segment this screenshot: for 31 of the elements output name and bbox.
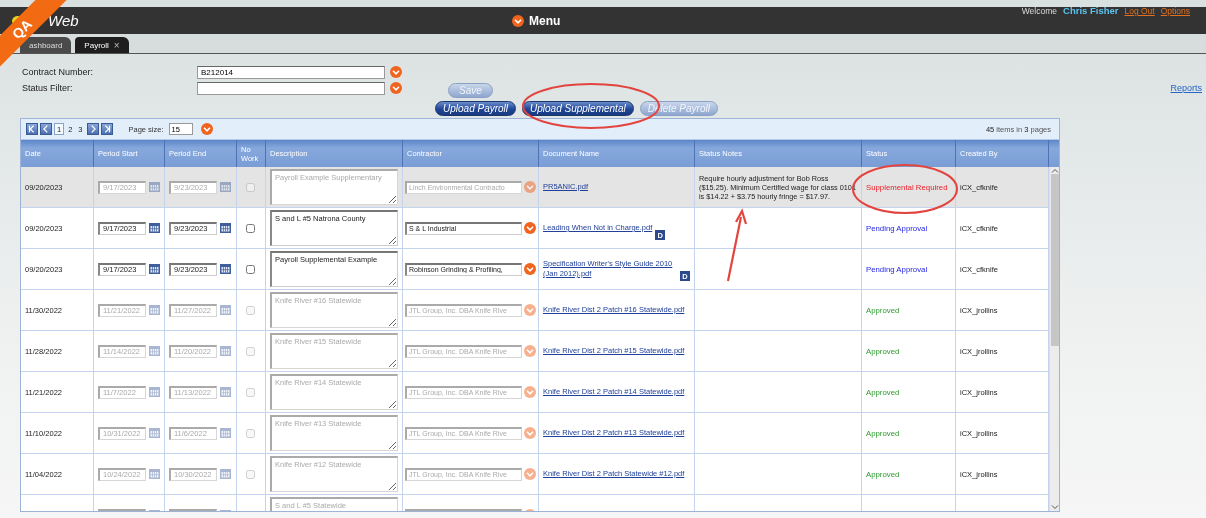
scrollbar[interactable] (1049, 167, 1059, 511)
action-button[interactable]: Upload Supplemental (522, 101, 634, 116)
calendar-icon[interactable] (220, 264, 231, 274)
reports-link[interactable]: Reports (1170, 83, 1202, 93)
calendar-icon[interactable] (149, 264, 160, 274)
no-work-checkbox[interactable] (246, 264, 255, 274)
header-link[interactable]: Options (1160, 6, 1190, 16)
app-logo-text: Web (48, 12, 79, 29)
menu-button[interactable]: Menu (512, 13, 561, 28)
welcome-text: Welcome (1021, 6, 1057, 16)
left-chevron-icon (27, 124, 37, 134)
first-page-button[interactable] (26, 123, 38, 135)
last-page-button[interactable] (100, 123, 113, 135)
field-label: Status Filter: (22, 83, 74, 93)
field-label: Contract Number: (22, 67, 95, 77)
close-icon[interactable]: × (113, 39, 120, 51)
user-name: Chris Fisher (1063, 5, 1119, 16)
tab[interactable]: Payroll × (75, 37, 129, 53)
header-link[interactable]: Log Out (1124, 6, 1155, 16)
next-page-button[interactable] (86, 123, 99, 135)
filter-field[interactable]: B212014 (197, 65, 385, 79)
dropdown-icon[interactable] (512, 14, 524, 27)
no-work-checkbox[interactable] (246, 223, 255, 233)
calendar-icon[interactable] (220, 223, 231, 233)
action-button[interactable]: Upload Payroll (435, 101, 517, 116)
tab[interactable]: ashboard (20, 37, 72, 53)
scroll-up-icon[interactable] (1050, 167, 1059, 175)
filter-field[interactable] (197, 81, 385, 95)
prev-page-button[interactable] (40, 123, 52, 135)
scroll-down-icon[interactable] (1050, 503, 1059, 511)
calendar-icon[interactable] (149, 223, 160, 233)
